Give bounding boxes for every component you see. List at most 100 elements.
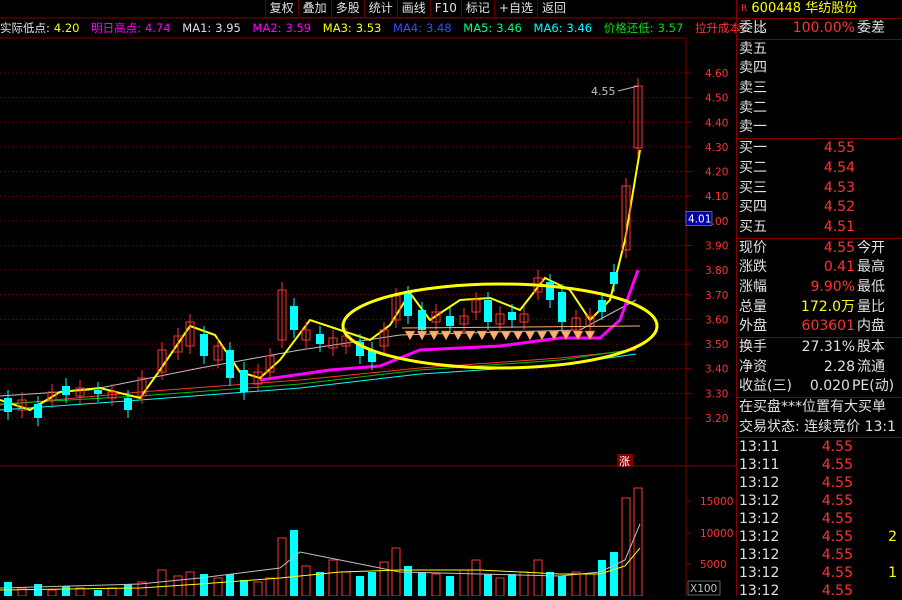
toolbar-restore-rights-button[interactable]: 复权 bbox=[264, 0, 298, 18]
candle-body-down bbox=[558, 292, 566, 322]
volume-bar-down bbox=[290, 530, 298, 596]
volume-bar-down bbox=[34, 584, 42, 596]
candle-body-down bbox=[598, 300, 606, 312]
candle-body-down bbox=[62, 386, 70, 395]
stat-row: 涨跌 0.41 最高 bbox=[739, 259, 885, 276]
volume-bar-up bbox=[301, 565, 311, 596]
legend-ma1: MA1: 3.95 bbox=[182, 21, 241, 35]
volume-bar-down bbox=[598, 560, 606, 596]
pull-cost-diamond-icon bbox=[440, 330, 452, 341]
toolbar-multi-stock-button[interactable]: 多股 bbox=[330, 0, 364, 18]
current-price-tag: 4.01 bbox=[688, 213, 711, 225]
toolbar-f10-button[interactable]: F10 bbox=[429, 0, 461, 18]
tick-list[interactable]: 13:11 4.55 13:11 4.55 13:12 4.55 13:12 4.55 … bbox=[737, 437, 902, 600]
buy-row: 买三 4.53 bbox=[739, 179, 855, 196]
quote-panel: R 600448 华纺股份 委比 100.00% 委差 卖五 卖四 卖三 卖二 … bbox=[736, 0, 902, 599]
candle-body-down bbox=[226, 350, 234, 378]
toolbar-overlay-button[interactable]: 叠加 bbox=[297, 0, 331, 18]
ma-line-red bbox=[0, 349, 637, 406]
tick-row: 13:11 4.55 bbox=[739, 439, 853, 456]
price-tick-label: 4.30 bbox=[705, 142, 728, 154]
volume-bar-up bbox=[379, 561, 389, 596]
legend-actual-low: 实际低点: 4.20 bbox=[0, 21, 80, 35]
kline-chart-svg[interactable]: 4.604.504.404.304.204.104.003.903.803.70… bbox=[0, 0, 736, 596]
volume-bar-down bbox=[558, 576, 566, 596]
price-tick-label: 3.80 bbox=[705, 265, 728, 277]
indicator-legend: 实际低点: 4.20 明日高点: 4.74 MA1: 3.95 MA2: 3.59 MA… bbox=[0, 20, 769, 36]
stat-row: 现价 4.55 今开 bbox=[739, 239, 885, 256]
price-tick-label: 3.40 bbox=[705, 364, 728, 376]
stat-row: 换手 27.31% 股本 bbox=[739, 339, 885, 355]
candle-body-down bbox=[484, 300, 492, 322]
volume-bar-down bbox=[508, 574, 516, 596]
pull-cost-line bbox=[401, 325, 641, 329]
quote-stats-2: 换手 27.31% 股本 净资 2.28 流通 收益(三) 0.020 PE(动) bbox=[737, 337, 902, 397]
volume-bar-up bbox=[431, 573, 441, 596]
pull-cost-diamond-icon bbox=[416, 330, 428, 341]
volume-bar-down bbox=[446, 576, 454, 596]
tick-row: 13:12 4.55 bbox=[739, 511, 853, 528]
stat-row: 收益(三) 0.020 PE(动) bbox=[739, 378, 895, 395]
weibi-row: 委比 100.00% 委差 bbox=[737, 18, 902, 39]
buy-row: 买五 4.51 bbox=[739, 218, 855, 235]
price-tick-label: 3.70 bbox=[705, 290, 728, 302]
volume-tick-label: 15000 bbox=[700, 496, 733, 508]
toolbar-mark-button[interactable]: 标记 bbox=[460, 0, 494, 18]
price-tick-label: 4.50 bbox=[705, 93, 728, 105]
volume-tick-label: 5000 bbox=[700, 559, 727, 571]
volume-bar-down bbox=[62, 586, 70, 596]
volume-bar-up bbox=[157, 569, 167, 596]
pull-cost-diamond-icon bbox=[464, 330, 476, 341]
toolbar-add-watchlist-button[interactable]: +自选 bbox=[493, 0, 537, 18]
kline-chart-pane[interactable]: 4.60 4.50 4.40 4.30 4.20 4.10 4.00 3.90 3.80 3.70… bbox=[0, 0, 765, 596]
legend-ma3: MA3: 3.53 bbox=[322, 21, 382, 35]
volume-bar-up bbox=[533, 559, 543, 596]
price-tick-label: 3.60 bbox=[705, 314, 728, 326]
trade-status: 交易状态: 连续竞价 13:1 bbox=[739, 418, 897, 435]
candle-body-down bbox=[94, 390, 102, 394]
stat-row: 外盘 603601 内盘 bbox=[739, 318, 885, 335]
legend-ma6: MA6: 3.46 bbox=[533, 21, 593, 35]
candle-body-down bbox=[404, 294, 412, 316]
stock-code: 600448 bbox=[751, 1, 802, 16]
legend-price-return: 价格还低: 3.57 bbox=[603, 21, 684, 35]
stat-row: 净资 2.28 流通 bbox=[739, 358, 885, 375]
candle-body-down bbox=[124, 398, 132, 410]
candle-body-down bbox=[610, 272, 618, 284]
tick-row: 13:12 4.55 bbox=[739, 583, 853, 600]
toolbar-draw-line-button[interactable]: 画线 bbox=[396, 0, 430, 18]
pull-cost-diamond-icon bbox=[452, 330, 464, 341]
buy-book: 买一 4.55 买二 4.54 买三 4.53 买四 4.52 买五 4.51 bbox=[737, 138, 902, 237]
legend-next-high: 明日高点: 4.74 bbox=[91, 21, 171, 35]
sell-book: 卖五 卖四 卖三 卖二 卖一 bbox=[737, 38, 902, 138]
pull-cost-diamond-icon bbox=[512, 330, 524, 341]
tick-row: 13:12 4.55 2 bbox=[739, 529, 897, 546]
pull-cost-diamond-icon bbox=[404, 330, 416, 341]
toolbar-statistics-button[interactable]: 统计 bbox=[363, 0, 397, 18]
volume-bar-down bbox=[368, 572, 376, 596]
volume-bar-down bbox=[240, 580, 248, 596]
weibi-label: 委比 bbox=[739, 20, 767, 36]
big-order-notice: 在买盘***位置有大买单 bbox=[739, 399, 886, 416]
price-tick-label: 3.20 bbox=[705, 413, 728, 425]
status-area: 在买盘***位置有大买单 交易状态: 连续竞价 13:1 bbox=[737, 397, 902, 437]
volume-bar-down bbox=[124, 584, 132, 596]
volume-bar-down bbox=[356, 576, 364, 596]
sell-row: 卖四 bbox=[739, 60, 767, 77]
buy-row: 买一 4.55 bbox=[739, 140, 855, 157]
tick-row: 13:12 4.55 bbox=[739, 547, 853, 564]
legend-ma5: MA5: 3.46 bbox=[463, 21, 522, 35]
price-tick-label: 3.30 bbox=[705, 388, 728, 400]
volume-bar-down bbox=[94, 590, 102, 596]
stat-row: 总量 172.0万 量比 bbox=[739, 298, 885, 315]
volume-bar-up bbox=[621, 497, 631, 596]
sell-row: 卖一 bbox=[739, 119, 767, 136]
stat-row: 涨幅 9.90% 最低 bbox=[739, 278, 885, 295]
limit-up-marker: 涨 bbox=[619, 455, 630, 468]
volume-bar-up bbox=[328, 559, 338, 596]
toolbar-back-button[interactable]: 返回 bbox=[536, 0, 570, 18]
volume-bar-up bbox=[47, 589, 57, 596]
price-tick-label: 4.60 bbox=[705, 68, 728, 80]
volume-bar-down bbox=[4, 582, 12, 596]
volume-bar-up bbox=[253, 581, 263, 596]
